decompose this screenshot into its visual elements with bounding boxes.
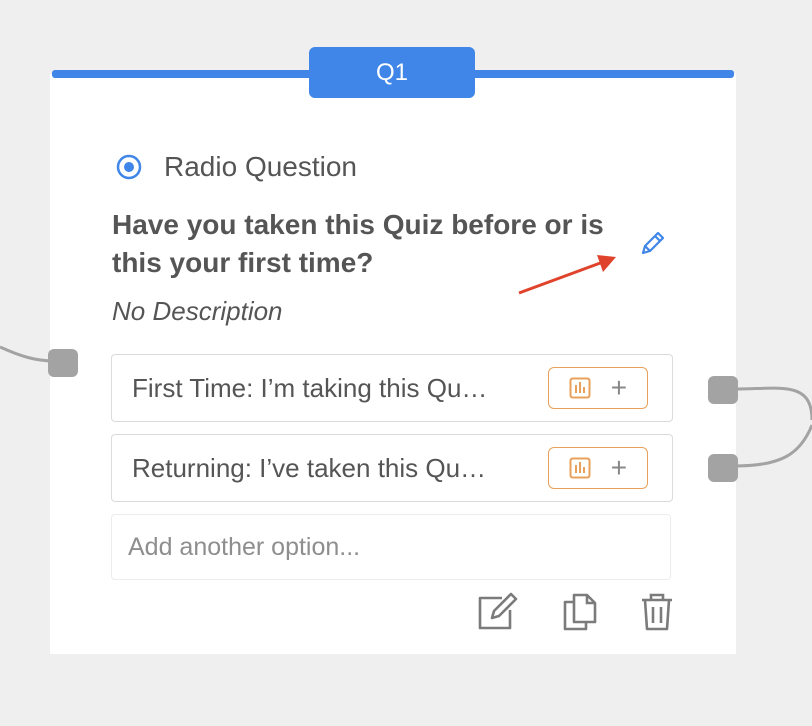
annotation-arrow	[518, 255, 616, 295]
option-row[interactable]: Returning: I’ve taken this Qu… +	[111, 434, 673, 502]
delete-icon[interactable]	[640, 592, 674, 632]
chart-icon[interactable]	[569, 377, 591, 399]
question-type-label: Radio Question	[164, 151, 358, 182]
option-label: Returning: I’ve taken this Qu…	[132, 453, 487, 483]
duplicate-icon[interactable]	[562, 592, 598, 632]
plus-icon[interactable]: +	[611, 374, 627, 402]
option-label: First Time: I’m taking this Qu…	[132, 373, 488, 403]
option-1-connector-handle[interactable]	[708, 376, 738, 404]
plus-icon[interactable]: +	[611, 454, 627, 482]
radio-button-icon	[116, 154, 142, 180]
pencil-icon[interactable]	[636, 228, 668, 260]
option-actions-button[interactable]: +	[548, 447, 648, 489]
option-row[interactable]: First Time: I’m taking this Qu… +	[111, 354, 673, 422]
edit-icon[interactable]	[476, 592, 520, 632]
question-description: No Description	[112, 296, 283, 326]
question-type: Radio Question	[116, 150, 357, 184]
option-2-connector-handle[interactable]	[708, 454, 738, 482]
input-connector-handle[interactable]	[48, 349, 78, 377]
question-tab[interactable]: Q1	[309, 47, 475, 98]
option-actions-button[interactable]: +	[548, 367, 648, 409]
add-option-input[interactable]	[111, 514, 671, 580]
chart-icon[interactable]	[569, 457, 591, 479]
